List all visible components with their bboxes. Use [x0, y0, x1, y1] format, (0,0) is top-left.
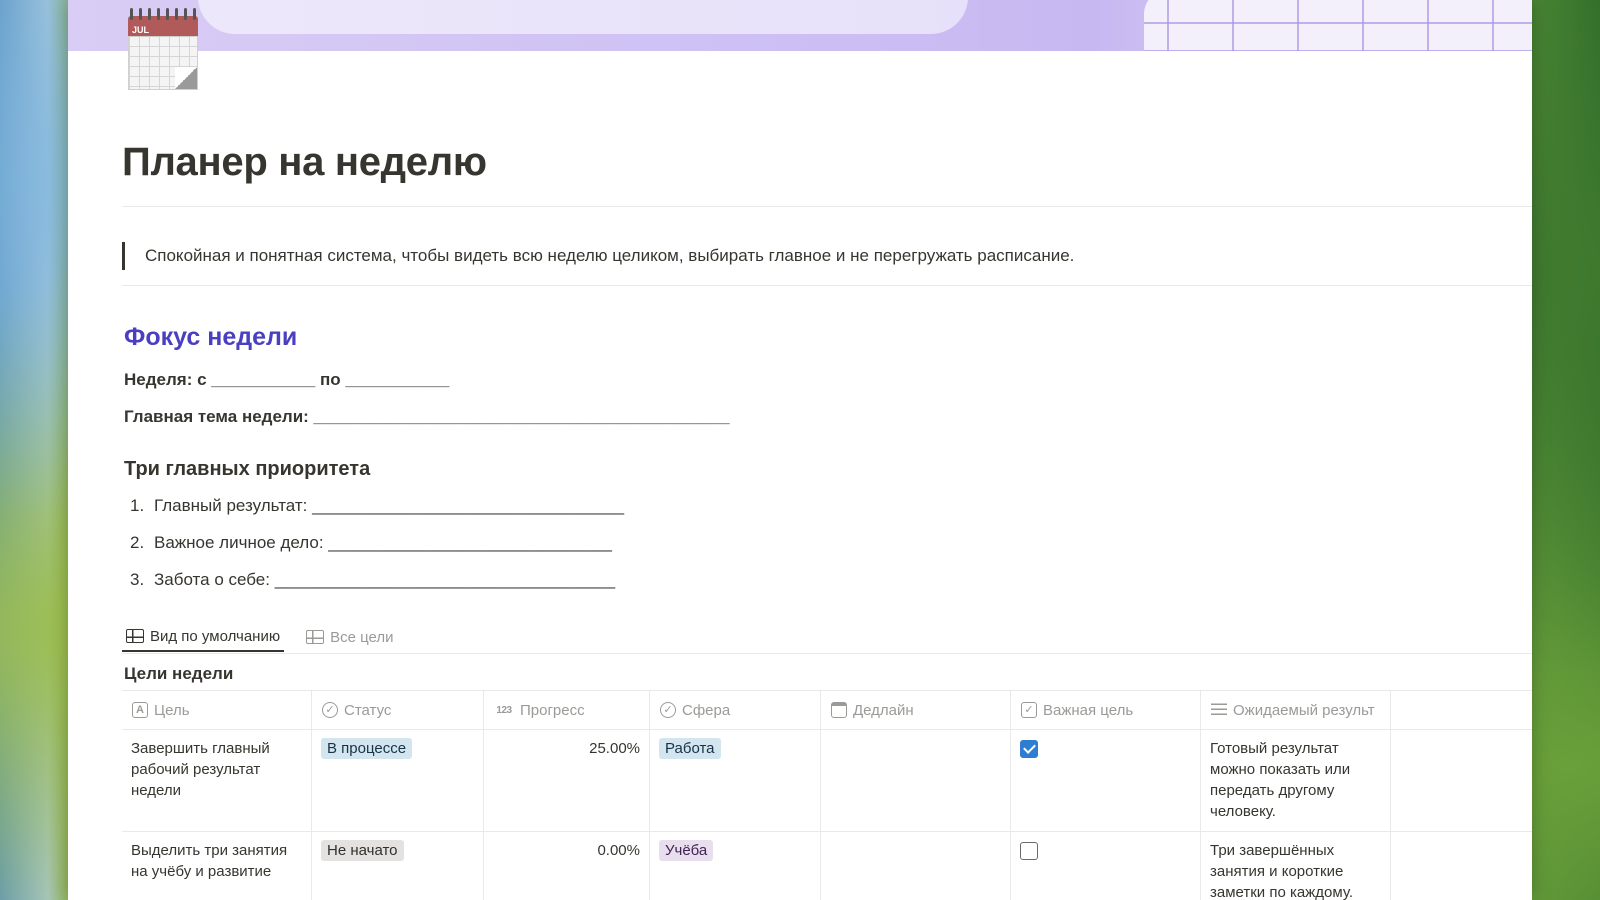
notion-page-window: JUL Планер на неделю Спокойная и понятна…: [68, 0, 1532, 900]
column-header-important[interactable]: ✓ Важная цель: [1011, 691, 1201, 729]
cover-grid-decoration: [1144, 0, 1532, 51]
column-header-expected-result[interactable]: Ожидаемый результ: [1201, 691, 1391, 729]
empty-cell: [1391, 730, 1532, 831]
column-header-area[interactable]: ✓ Сфера: [650, 691, 821, 729]
important-checkbox[interactable]: [1020, 842, 1038, 860]
list-item[interactable]: 1. Главный результат: ___________________…: [130, 496, 624, 516]
column-header-progress[interactable]: 123 Прогресс: [484, 691, 650, 729]
status-badge: Не начато: [321, 840, 404, 861]
page-cover[interactable]: [68, 0, 1532, 51]
column-header-deadline[interactable]: Дедлайн: [821, 691, 1011, 729]
week-dates-line[interactable]: Неделя: с ___________ по ___________: [124, 370, 449, 390]
status-cell[interactable]: В процессе: [312, 730, 484, 831]
goals-table: A Цель ✓ Статус 123 Прогресс ✓ Сфера Дедлайн…: [122, 690, 1532, 900]
status-cell[interactable]: Не начато: [312, 832, 484, 900]
important-cell[interactable]: [1011, 832, 1201, 900]
column-header-status[interactable]: ✓ Статус: [312, 691, 484, 729]
important-checkbox[interactable]: [1020, 740, 1038, 758]
page-title[interactable]: Планер на неделю: [122, 140, 487, 185]
table-header-row: A Цель ✓ Статус 123 Прогресс ✓ Сфера Дедлайн…: [122, 690, 1532, 730]
list-item[interactable]: 3. Забота о себе: _______________________…: [130, 570, 615, 590]
divider: [122, 206, 1532, 207]
calendar-grid: [128, 36, 198, 90]
area-badge: Учёба: [659, 840, 714, 861]
text-lines-property-icon: [1211, 703, 1227, 717]
text-property-icon: A: [132, 702, 148, 718]
column-header-empty: [1391, 691, 1532, 729]
calendar-icon[interactable]: JUL: [128, 8, 198, 90]
deadline-cell[interactable]: [821, 832, 1011, 900]
table-icon: [126, 629, 144, 643]
area-badge: Работа: [659, 738, 721, 759]
tab-all-goals[interactable]: Все цели: [302, 622, 397, 652]
important-cell[interactable]: [1011, 730, 1201, 831]
tab-default-view[interactable]: Вид по умолчанию: [122, 622, 285, 652]
status-property-icon: ✓: [322, 702, 338, 718]
quote-block[interactable]: Спокойная и понятная система, чтобы виде…: [122, 242, 1074, 270]
goal-cell[interactable]: Выделить три занятия на учёбу и развитие: [122, 832, 312, 900]
status-badge: В процессе: [321, 738, 413, 759]
progress-cell[interactable]: 0.00%: [484, 832, 650, 900]
column-header-goal[interactable]: A Цель: [122, 691, 312, 729]
table-row[interactable]: Завершить главный рабочий результат неде…: [122, 730, 1532, 832]
expected-result-cell[interactable]: Готовый результат можно показать или пер…: [1201, 730, 1391, 831]
deadline-cell[interactable]: [821, 730, 1011, 831]
expected-result-cell[interactable]: Три завершённых занятия и короткие замет…: [1201, 832, 1391, 900]
week-theme-line[interactable]: Главная тема недели: ___________________…: [124, 407, 730, 427]
number-property-icon: 123: [496, 704, 512, 716]
area-cell[interactable]: Работа: [650, 730, 821, 831]
table-icon: [306, 630, 325, 644]
divider: [122, 653, 1532, 654]
list-item[interactable]: 2. Важное личное дело: __________________…: [130, 533, 612, 553]
area-cell[interactable]: Учёба: [650, 832, 821, 900]
priorities-heading[interactable]: Три главных приоритета: [124, 458, 370, 481]
date-property-icon: [831, 702, 847, 718]
goal-cell[interactable]: Завершить главный рабочий результат неде…: [122, 730, 312, 831]
database-title[interactable]: Цели недели: [124, 664, 233, 684]
database-view-tabs: Вид по умолчанию Все цели: [122, 622, 398, 652]
focus-heading[interactable]: Фокус недели: [124, 323, 297, 352]
checkbox-property-icon: ✓: [1021, 702, 1037, 718]
divider: [122, 285, 1532, 286]
cover-decoration: [198, 0, 968, 34]
table-row[interactable]: Выделить три занятия на учёбу и развитие…: [122, 832, 1532, 900]
calendar-rings: [130, 8, 196, 20]
progress-cell[interactable]: 25.00%: [484, 730, 650, 831]
empty-cell: [1391, 832, 1532, 900]
select-property-icon: ✓: [660, 702, 676, 718]
